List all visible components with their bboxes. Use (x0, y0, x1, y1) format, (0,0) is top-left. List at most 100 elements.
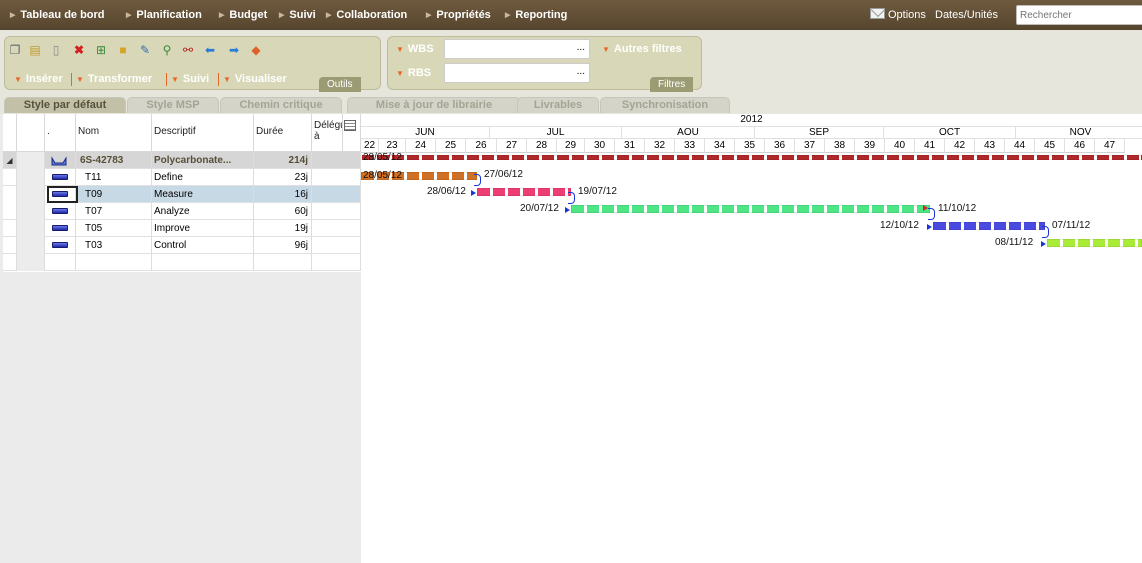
task-bar[interactable] (1047, 239, 1142, 247)
folder-icon[interactable]: ■ (116, 43, 130, 57)
task-row[interactable]: T09 Measure 16j (3, 186, 361, 203)
caret-down-icon: ▼ (602, 45, 610, 54)
rbs-filter-field[interactable]: ... (444, 63, 590, 83)
dependency-link (1042, 226, 1049, 238)
nav-suivi[interactable]: ▶ Suivi (279, 9, 316, 21)
caret-right-icon: ▶ (10, 12, 16, 19)
rbs-label[interactable]: ▼ RBS (396, 67, 431, 79)
task-end-date: 27/06/12 (484, 169, 523, 180)
month-header: AOU (622, 127, 755, 139)
dependency-arrow-icon (565, 207, 570, 213)
nav-collaboration[interactable]: ▶ Collaboration (326, 9, 407, 21)
grid-header-name[interactable]: Nom (76, 114, 152, 152)
filters-label: Filtres (650, 77, 694, 92)
task-bar[interactable] (477, 188, 571, 196)
copy-icon[interactable]: ❐ (8, 43, 22, 57)
tab-mise-a-jour-librairie[interactable]: Mise à jour de librairie (347, 97, 521, 113)
task-delegate (312, 186, 361, 203)
week-header: 32 (645, 139, 675, 153)
options-link[interactable]: Options (888, 9, 926, 21)
dependency-arrow-icon (1041, 241, 1046, 247)
caret-down-icon: ▼ (14, 75, 22, 84)
task-icon (52, 225, 68, 231)
edit-icon[interactable]: ✎ (138, 43, 152, 57)
wbs-filter-field[interactable]: ... (444, 39, 590, 59)
insert-button[interactable]: ▼ Insérer (14, 73, 63, 85)
row-indicator (17, 254, 45, 271)
dependency-arrow-icon (927, 224, 932, 230)
summary-row[interactable]: ◢ 6S-42783 Polycarbonate... 214j (3, 152, 361, 169)
row-indicator (17, 237, 45, 254)
caret-down-icon: ▼ (171, 75, 179, 84)
caret-down-icon: ▼ (396, 69, 404, 78)
dependency-link (928, 208, 935, 220)
task-duration: 96j (254, 237, 312, 254)
tab-style-par-defaut[interactable]: Style par défaut (4, 97, 126, 113)
column-chooser-icon[interactable] (343, 114, 361, 152)
nav-proprietes[interactable]: ▶ Propriétés (426, 9, 491, 21)
dates-units-link[interactable]: Dates/Unités (935, 9, 998, 21)
task-end-date: 11/10/12 (938, 203, 977, 214)
other-filters-button[interactable]: ▼ Autres filtres (602, 43, 682, 55)
summary-start-date: 28/05/12 (363, 152, 402, 163)
document-icon[interactable]: ▯ (49, 43, 63, 57)
grid-header-duration[interactable]: Durée (254, 114, 312, 152)
caret-right-icon: ▶ (279, 12, 285, 19)
tab-synchronisation[interactable]: Synchronisation (600, 97, 730, 113)
week-header: 24 (406, 139, 436, 153)
eraser-icon[interactable]: ◆ (249, 43, 263, 57)
task-start-date: 28/06/12 (427, 186, 466, 197)
search-input[interactable] (1016, 5, 1142, 25)
task-name: T09 (76, 186, 152, 203)
nav-tableau-de-bord[interactable]: ▶ Tableau de bord (10, 9, 105, 21)
grid-header-dot[interactable]: . (45, 114, 76, 152)
transform-button[interactable]: ▼ Transformer (76, 73, 152, 85)
task-description: Control (152, 237, 254, 254)
task-row[interactable]: T03 Control 96j (3, 237, 361, 254)
link-icon[interactable]: ⚲ (160, 43, 174, 57)
grid-header-description[interactable]: Descriptif (152, 114, 254, 152)
paste-icon[interactable]: ▤ (28, 43, 42, 57)
nav-reporting[interactable]: ▶ Reporting (505, 9, 567, 21)
nav-planification[interactable]: ▶ Planification (126, 9, 202, 21)
collapse-icon[interactable]: ◢ (3, 152, 17, 169)
unlink-icon[interactable]: ⚯ (181, 43, 195, 57)
task-grid: . Nom Descriptif Durée Délégué à ◢ 6S-42… (3, 114, 361, 272)
arrow-left-icon[interactable]: ⬅ (203, 43, 217, 57)
task-type-cell (45, 237, 76, 254)
delete-icon[interactable]: ✖ (72, 43, 86, 57)
tab-style-msp[interactable]: Style MSP (127, 97, 219, 113)
task-start-date: 12/10/12 (880, 220, 919, 231)
toolbar-separator (218, 73, 219, 86)
row-spacer (3, 237, 17, 254)
tab-chemin-critique[interactable]: Chemin critique (220, 97, 342, 113)
toolbar-separator (71, 73, 72, 86)
visualiser-button[interactable]: ▼ Visualiser (223, 73, 287, 85)
summary-description: Polycarbonate... (152, 152, 254, 169)
summary-task-icon (51, 156, 67, 166)
empty-cell (312, 254, 361, 271)
grid-header-delegate[interactable]: Délégué à (312, 114, 343, 152)
month-header: OCT (884, 127, 1016, 139)
empty-cell (45, 254, 76, 271)
nav-budget[interactable]: ▶ Budget (219, 9, 267, 21)
summary-bar[interactable] (361, 155, 1142, 160)
week-header: 23 (379, 139, 406, 153)
envelope-icon[interactable] (870, 8, 885, 19)
wbs-label[interactable]: ▼ WBS (396, 43, 434, 55)
task-description: Improve (152, 220, 254, 237)
row-spacer (3, 169, 17, 186)
tab-livrables[interactable]: Livrables (517, 97, 599, 113)
task-name: T03 (76, 237, 152, 254)
empty-row[interactable] (3, 254, 361, 271)
arrow-right-icon[interactable]: ➡ (227, 43, 241, 57)
task-bar[interactable] (571, 205, 930, 213)
task-bar[interactable] (933, 222, 1045, 230)
suivi-button[interactable]: ▼ Suivi (171, 73, 209, 85)
task-row[interactable]: T07 Analyze 60j (3, 203, 361, 220)
task-row[interactable]: T11 Define 23j (3, 169, 361, 186)
task-row[interactable]: T05 Improve 19j (3, 220, 361, 237)
add-row-icon[interactable]: ⊞ (94, 43, 108, 57)
week-header: 22 (361, 139, 379, 153)
week-header: 27 (497, 139, 527, 153)
